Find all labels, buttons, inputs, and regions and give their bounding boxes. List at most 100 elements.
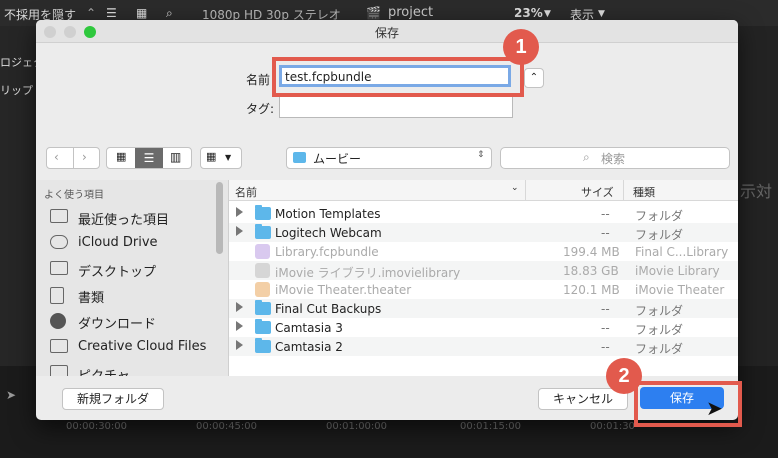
search-placeholder: 検索 — [601, 152, 626, 166]
file-row[interactable]: Motion Templates -- フォルダ — [229, 204, 738, 223]
name-label: 名前 — [246, 73, 271, 87]
list-header: 名前 ⌄ サイズ 種類 — [229, 180, 738, 201]
mouse-cursor-icon: ➤ — [706, 396, 723, 420]
folder-icon — [255, 338, 271, 353]
file-size: -- — [601, 226, 610, 240]
sidebar-scrollbar[interactable] — [216, 182, 223, 254]
file-name: iMovie ライブラリ.imovielibrary — [275, 266, 461, 280]
back-arrow-icon[interactable]: ‹ — [54, 150, 59, 164]
file-size: -- — [601, 207, 610, 221]
sort-chevron-icon: ⌄ — [511, 183, 519, 193]
highlight-save-button — [634, 381, 742, 427]
movies-folder-icon — [293, 152, 306, 163]
chevron-updown-icon: ⌃ — [86, 6, 97, 20]
file-name: Camtasia 2 — [275, 340, 343, 354]
cloud-icon — [50, 235, 68, 249]
disclosure-triangle-icon[interactable] — [236, 226, 243, 236]
group-icon: ▦ — [206, 150, 217, 163]
sidebar-section-title: よく使う項目 — [44, 190, 104, 201]
file-kind: フォルダ — [635, 342, 684, 356]
sidebar-item-label: 書類 — [78, 291, 105, 306]
disclosure-triangle-icon[interactable] — [236, 207, 243, 217]
search-icon[interactable]: ⌕ — [166, 6, 173, 21]
column-header-size[interactable]: サイズ — [581, 184, 614, 200]
back-forward-control: ‹ › — [46, 147, 100, 169]
recents-icon — [50, 209, 68, 223]
file-row[interactable]: Camtasia 2 -- フォルダ — [229, 337, 738, 356]
file-row[interactable]: Camtasia 3 -- フォルダ — [229, 318, 738, 337]
file-kind: フォルダ — [635, 304, 684, 318]
divider — [623, 180, 624, 200]
timecode: 00:00:30:00 — [66, 421, 128, 432]
disclosure-triangle-icon[interactable] — [236, 302, 243, 312]
timecode: 00:01:00:00 — [326, 421, 388, 432]
file-size: 199.4 MB — [563, 245, 620, 259]
libraries-sidebar: ロジェク リップ — [0, 26, 44, 366]
search-icon: ⌕ — [583, 150, 590, 164]
chevron-updown-icon: ⇕ — [477, 150, 485, 160]
file-row: iMovie ライブラリ.imovielibrary 18.83 GB iMov… — [229, 261, 738, 280]
chevron-down-icon: ▼ — [225, 153, 232, 162]
timecode: 00:01:30 — [590, 421, 635, 432]
column-header-name[interactable]: 名前 — [235, 184, 257, 200]
file-name: iMovie Theater.theater — [275, 283, 412, 297]
list-view-icon[interactable]: ☰ — [135, 148, 163, 168]
timecode: 00:01:15:00 — [460, 421, 522, 432]
folder-icon — [255, 300, 271, 315]
divider — [73, 148, 74, 168]
download-icon — [50, 313, 66, 329]
tag-label: タグ: — [246, 102, 275, 116]
file-size: 120.1 MB — [563, 283, 620, 297]
sidebar-item-label: ピクチャ — [78, 365, 130, 376]
disclosure-triangle-icon[interactable] — [236, 340, 243, 350]
sidebar-item-label: デスクトップ — [78, 265, 157, 280]
expand-button[interactable]: ⌃ — [524, 68, 544, 88]
folder-icon — [255, 224, 271, 239]
clip-appearance-icon[interactable]: ▦ — [136, 6, 147, 20]
fcp-library-icon — [255, 244, 270, 259]
icon-view-icon[interactable]: ▦ — [116, 150, 126, 163]
location-label: ムービー — [313, 152, 362, 166]
chevron-up-icon: ⌃ — [529, 72, 539, 83]
file-size: -- — [601, 340, 610, 354]
project-name: project — [388, 5, 434, 20]
clip-label: リップ — [0, 84, 33, 97]
pointer-tool-icon[interactable]: ➤ — [6, 388, 16, 402]
zoom-level[interactable]: 23% — [514, 6, 543, 20]
sidebar-item-label: iCloud Drive — [78, 235, 158, 250]
forward-arrow-icon[interactable]: › — [82, 150, 87, 164]
file-kind: フォルダ — [635, 209, 684, 223]
step-2-badge: 2 — [606, 358, 642, 394]
group-control[interactable]: ▦ ▼ — [200, 147, 242, 169]
folder-icon — [255, 319, 271, 334]
chevron-down-icon: ▼ — [544, 9, 551, 19]
timecode: 00:00:45:00 — [196, 421, 258, 432]
column-header-kind[interactable]: 種類 — [633, 184, 655, 200]
new-folder-button[interactable]: 新規フォルダ — [62, 388, 164, 410]
chevron-down-icon: ▼ — [598, 9, 605, 19]
file-name: Motion Templates — [275, 207, 381, 221]
file-name: Library.fcpbundle — [275, 245, 379, 259]
tag-field[interactable] — [279, 96, 513, 118]
sidebar-item-label: 最近使った項目 — [78, 213, 170, 228]
file-row: Library.fcpbundle 199.4 MB Final C...Lib… — [229, 242, 738, 261]
file-list: 名前 ⌄ サイズ 種類 Motion Templates -- フォルダ Log… — [229, 180, 738, 376]
viewer-edge: 示対 — [738, 26, 778, 366]
highlight-name-field — [272, 57, 524, 97]
location-popup[interactable]: ムービー ⇕ — [286, 147, 492, 169]
file-kind: Final C...Library — [635, 245, 729, 259]
view-mode-control: ▦ ☰ ▥ — [106, 147, 192, 169]
file-row: iMovie Theater.theater 120.1 MB iMovie T… — [229, 280, 738, 299]
disclosure-triangle-icon[interactable] — [236, 321, 243, 331]
file-row[interactable]: Logitech Webcam -- フォルダ — [229, 223, 738, 242]
clapper-icon: 🎬 — [366, 6, 381, 20]
search-field[interactable]: ⌕ 検索 — [500, 147, 730, 169]
theater-icon — [255, 282, 270, 297]
camera-icon — [50, 365, 68, 376]
imovie-library-icon — [255, 263, 270, 278]
sidebar: よく使う項目 最近使った項目 iCloud Drive デスクトップ 書類 ダウ… — [36, 180, 229, 376]
column-view-icon[interactable]: ▥ — [170, 150, 181, 164]
file-size: 18.83 GB — [563, 264, 619, 278]
filmstrip-view-icon[interactable]: ☰ — [106, 6, 117, 20]
file-row[interactable]: Final Cut Backups -- フォルダ — [229, 299, 738, 318]
